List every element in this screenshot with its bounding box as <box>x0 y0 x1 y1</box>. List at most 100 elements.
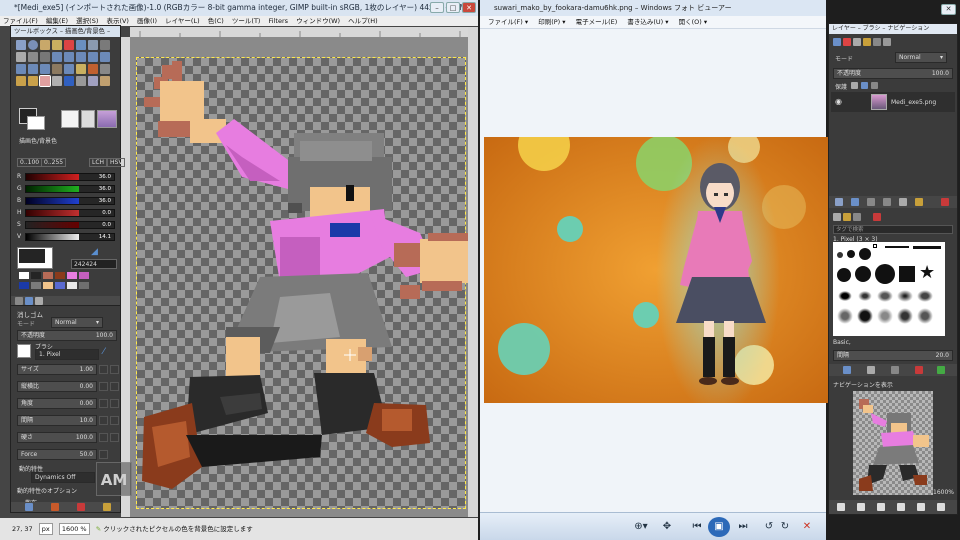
delete-brush-icon[interactable] <box>915 366 923 374</box>
zoom-select[interactable]: 1600 % <box>58 523 90 535</box>
size-slider[interactable]: サイズ 1.00 <box>17 364 97 375</box>
link-aspect-icon[interactable] <box>110 382 119 391</box>
lock-alpha-icon[interactable] <box>871 82 878 89</box>
new-brush-icon[interactable] <box>867 366 875 374</box>
fonts-tab-icon[interactable] <box>853 213 861 221</box>
duplicate-layer-icon[interactable] <box>899 198 907 206</box>
paths-tab-icon[interactable] <box>853 38 861 46</box>
star-brush-icon[interactable]: ★ <box>919 262 935 283</box>
brush-preview[interactable] <box>61 110 79 128</box>
zoom-1-1-icon[interactable] <box>877 503 885 511</box>
colormap-tab-icon[interactable] <box>863 38 871 46</box>
smudge-tool-icon[interactable] <box>100 76 110 86</box>
range-0-255-button[interactable]: 0..255 <box>41 158 67 167</box>
cage-tool-icon[interactable] <box>52 64 62 74</box>
vertical-ruler[interactable] <box>121 37 130 517</box>
flip-tool-icon[interactable] <box>40 64 50 74</box>
background-color-swatch[interactable] <box>27 116 45 130</box>
eraser-tool-icon[interactable] <box>39 75 51 87</box>
channels-tab-icon[interactable] <box>843 38 851 46</box>
ellipse-select-tool-icon[interactable] <box>28 40 38 50</box>
spacing-slider[interactable]: 間隔 10.0 <box>17 415 97 426</box>
layer-row[interactable]: ◉ Medi_exe5.png <box>831 92 955 112</box>
lock-pixels-icon[interactable] <box>851 82 858 89</box>
reset-force-icon[interactable] <box>99 450 108 459</box>
scissors-tool-icon[interactable] <box>76 40 86 50</box>
history-swatch[interactable] <box>67 272 77 279</box>
link-spacing-icon[interactable] <box>110 416 119 425</box>
link-angle-icon[interactable] <box>110 399 119 408</box>
pattern-preview[interactable] <box>81 110 95 128</box>
history-swatch[interactable] <box>19 272 29 279</box>
fit-image-icon[interactable] <box>897 503 905 511</box>
layers-tab-icon[interactable] <box>833 38 841 46</box>
histogram-tab-icon[interactable] <box>873 38 881 46</box>
channel-h-slider[interactable]: 0.0 <box>25 209 115 217</box>
reset-options-icon[interactable] <box>103 503 111 511</box>
history-swatch[interactable] <box>79 282 89 289</box>
rotate-right-icon[interactable]: ↻ <box>778 520 792 534</box>
channel-s-slider[interactable]: 0.0 <box>25 221 115 229</box>
history-swatch[interactable] <box>79 272 89 279</box>
clone-tool-icon[interactable] <box>76 76 86 86</box>
navigation-preview[interactable] <box>853 391 933 495</box>
displayed-photo[interactable] <box>484 137 828 403</box>
color-select-tool-icon[interactable] <box>64 40 74 50</box>
perspective-tool-icon[interactable] <box>28 64 38 74</box>
channel-b-slider[interactable]: 36.0 <box>25 197 115 205</box>
opacity-slider[interactable]: 不透明度 100.0 <box>17 330 117 341</box>
shrink-wrap-icon[interactable] <box>937 503 945 511</box>
history-swatch[interactable] <box>43 282 53 289</box>
channel-v-slider[interactable]: 14.1 <box>25 233 115 241</box>
slideshow-button-icon[interactable]: ▣ <box>708 517 730 537</box>
angle-slider[interactable]: 角度 0.00 <box>17 398 97 409</box>
history-swatch[interactable] <box>43 272 53 279</box>
hex-color-input[interactable]: 242424 <box>71 259 117 269</box>
menu-file[interactable]: ファイル(F) <box>0 17 41 25</box>
aspect-ratio-slider[interactable]: 縦横比 0.00 <box>17 381 97 392</box>
image-preview[interactable] <box>97 110 117 128</box>
menu-help[interactable]: ヘルプ(H) <box>345 17 380 25</box>
duplicate-brush-icon[interactable] <box>891 366 899 374</box>
layer-mode-select[interactable]: Normal ▾ <box>895 52 947 63</box>
lower-layer-icon[interactable] <box>883 198 891 206</box>
delete-options-icon[interactable] <box>77 503 85 511</box>
raise-layer-icon[interactable] <box>867 198 875 206</box>
new-layer-icon[interactable] <box>835 198 843 206</box>
color-picker-icon[interactable]: ◢ <box>91 247 98 257</box>
history-swatch[interactable] <box>55 282 65 289</box>
dynamics-options-expander[interactable]: 動的特性のオプション <box>17 486 77 495</box>
minimize-button[interactable]: – <box>430 2 444 13</box>
viewer-menu-burn[interactable]: 書き込み(U) ▾ <box>627 18 668 26</box>
viewer-menu-open[interactable]: 開く(O) ▾ <box>679 18 708 26</box>
close-tab-icon[interactable] <box>873 213 881 221</box>
maximize-button[interactable]: □ <box>446 2 460 13</box>
range-0-100-button[interactable]: 0..100 <box>17 158 43 167</box>
tool-options-tab-icon[interactable] <box>15 297 23 305</box>
channel-r-slider[interactable]: 36.0 <box>25 173 115 181</box>
menu-image[interactable]: 画像(I) <box>134 17 160 25</box>
undo-history-tab-icon[interactable] <box>35 297 43 305</box>
fill-window-icon[interactable] <box>917 503 925 511</box>
next-icon[interactable]: ⏭ <box>734 520 752 534</box>
reset-size-icon[interactable] <box>99 365 108 374</box>
blend-tool-icon[interactable] <box>100 64 110 74</box>
foreground-select-tool-icon[interactable] <box>88 40 98 50</box>
image-canvas[interactable] <box>130 37 468 517</box>
rotate-tool-icon[interactable] <box>88 52 98 62</box>
delete-icon[interactable]: ✕ <box>800 520 814 534</box>
menu-view[interactable]: 表示(V) <box>103 17 132 25</box>
zoom-in-icon[interactable] <box>857 503 865 511</box>
link-size-icon[interactable] <box>110 365 119 374</box>
brush-edit-icon[interactable]: ⁄ <box>103 347 105 357</box>
brushes-tab-icon[interactable] <box>833 213 841 221</box>
align-tool-icon[interactable] <box>64 52 74 62</box>
shear-tool-icon[interactable] <box>16 64 26 74</box>
brush-grid[interactable]: ★ <box>833 242 945 336</box>
selection-tab-icon[interactable] <box>883 38 891 46</box>
dock-close-button[interactable]: ✕ <box>941 4 956 15</box>
zoom-tool-icon[interactable] <box>28 52 38 62</box>
zoom-icon[interactable]: ⊕▾ <box>630 520 652 534</box>
viewer-menu-file[interactable]: ファイル(F) ▾ <box>488 18 528 26</box>
lch-button[interactable]: LCH <box>89 158 108 167</box>
